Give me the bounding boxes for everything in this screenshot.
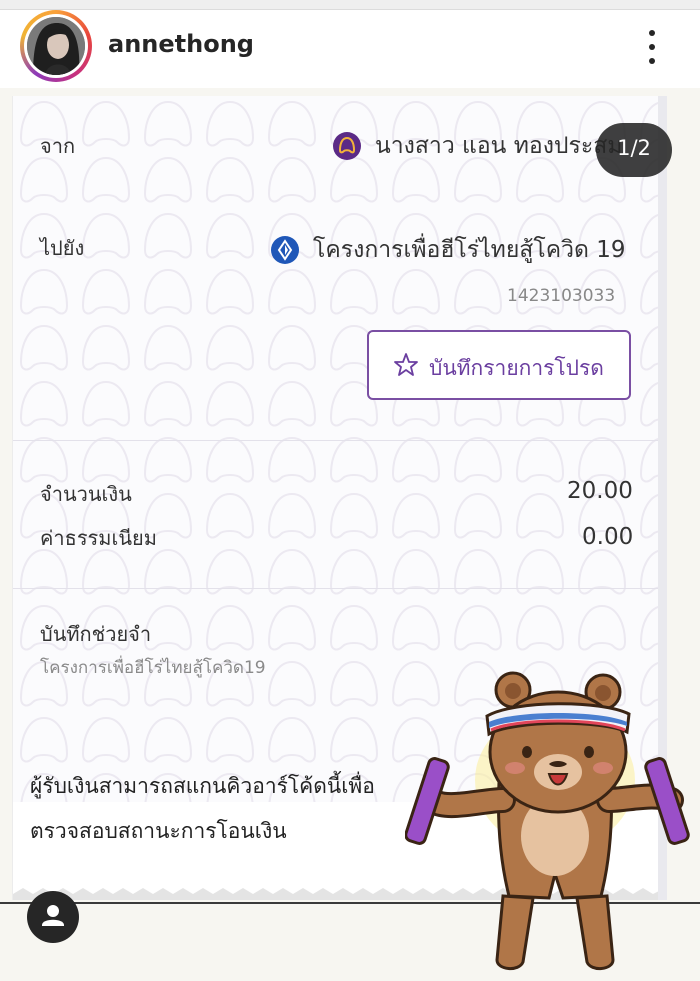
post-header: annethong xyxy=(0,10,700,88)
avatar[interactable] xyxy=(20,10,92,82)
recipient-name: โครงการเพื่อฮีโร่ไทยสู้โควิด 19 xyxy=(313,237,626,263)
fee-value: 0.00 xyxy=(582,524,634,550)
memo-text: โครงการเพื่อฮีโร่ไทยสู้โควิด19 xyxy=(40,658,266,678)
qr-note: ผู้รับเงินสามารถสแกนคิวอาร์โค้ดนี้เพื่อ … xyxy=(30,764,430,854)
save-favorite-button[interactable]: บันทึกรายการโปรด xyxy=(367,330,631,400)
status-strip xyxy=(0,0,700,10)
divider xyxy=(13,588,659,589)
amount-label: จำนวนเงิน xyxy=(40,482,132,506)
bear-sticker xyxy=(405,671,690,970)
star-icon xyxy=(394,353,418,376)
to-label: ไปยัง xyxy=(40,236,85,260)
bank-logo-icon xyxy=(271,236,299,264)
fee-label: ค่าธรรมเนียม xyxy=(40,526,157,550)
from-label: จาก xyxy=(40,134,76,158)
divider xyxy=(13,440,659,441)
image-counter: 1/2 xyxy=(596,123,672,177)
qr-note-line: ตรวจสอบสถานะการโอนเงิน xyxy=(30,819,287,843)
more-options-icon[interactable] xyxy=(636,28,668,68)
profile-icon[interactable] xyxy=(27,891,79,943)
qr-note-line: ผู้รับเงินสามารถสแกนคิวอาร์โค้ดนี้เพื่อ xyxy=(30,774,375,798)
sender-name: นางสาว แอน ทองประสม xyxy=(375,133,623,159)
memo-label: บันทึกช่วยจำ xyxy=(40,622,152,646)
account-number: 1423103033 xyxy=(507,286,616,306)
username[interactable]: annethong xyxy=(108,30,254,58)
amount-value: 20.00 xyxy=(567,478,633,504)
save-favorite-label: บันทึกรายการโปรด xyxy=(429,356,604,380)
bank-logo-icon xyxy=(333,132,361,160)
avatar-photo xyxy=(27,17,85,75)
